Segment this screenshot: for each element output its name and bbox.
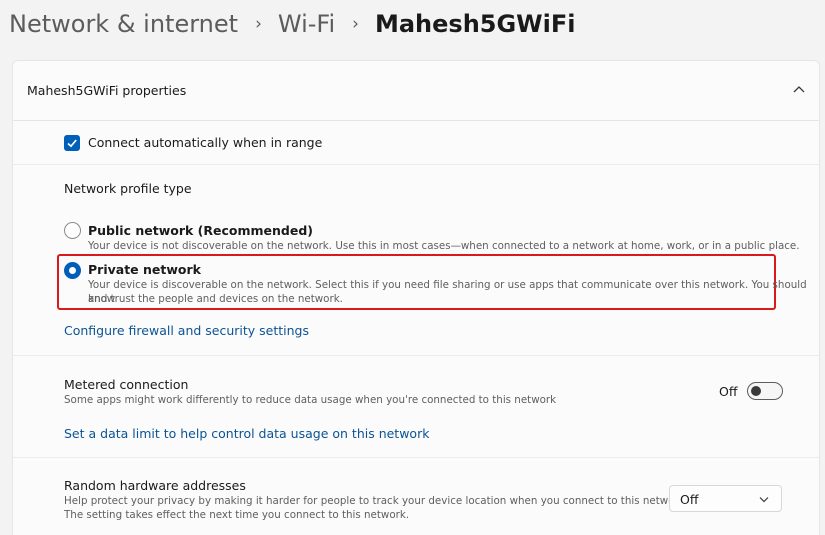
breadcrumb-wifi[interactable]: Wi-Fi [278,10,335,38]
connect-auto-label: Connect automatically when in range [88,135,323,150]
breadcrumb: Network & internet › Wi-Fi › Mahesh5GWiF… [9,10,576,38]
random-hw-description-line2: The setting takes effect the next time y… [64,509,410,521]
chevron-down-icon [759,497,769,503]
properties-card: Mahesh5GWiFi properties Connect automati… [12,60,820,535]
profile-section-divider [13,355,819,356]
private-network-radio[interactable] [64,262,81,279]
private-network-description-line2: and trust the people and devices on the … [88,293,343,305]
metered-toggle-label: Off [719,384,738,399]
data-limit-link[interactable]: Set a data limit to help control data us… [64,426,429,441]
connect-auto-checkbox[interactable] [64,135,80,151]
dropdown-value: Off [680,492,699,507]
breadcrumb-separator: › [352,14,359,34]
private-network-title: Private network [88,262,201,277]
checkmark-icon [67,139,77,148]
network-profile-type-label: Network profile type [64,181,192,196]
toggle-knob [751,386,761,396]
card-title: Mahesh5GWiFi properties [27,83,187,98]
chevron-up-icon[interactable] [793,85,805,95]
metered-connection-description: Some apps might work differently to redu… [64,394,557,406]
page-title: Mahesh5GWiFi [374,10,576,38]
breadcrumb-network-internet[interactable]: Network & internet [9,10,238,38]
metered-section-divider [13,457,819,458]
breadcrumb-separator: › [255,14,262,34]
public-network-radio[interactable] [64,222,81,239]
metered-connection-title: Metered connection [64,377,189,392]
metered-connection-toggle[interactable] [747,382,783,400]
configure-firewall-link[interactable]: Configure firewall and security settings [64,323,309,338]
random-hw-dropdown[interactable]: Off [669,485,782,512]
random-hw-description-line1: Help protect your privacy by making it h… [64,495,688,507]
public-network-title: Public network (Recommended) [88,223,313,238]
random-hw-title: Random hardware addresses [64,478,246,493]
public-network-description: Your device is not discoverable on the n… [88,240,800,252]
properties-card-header[interactable]: Mahesh5GWiFi properties [13,61,819,121]
